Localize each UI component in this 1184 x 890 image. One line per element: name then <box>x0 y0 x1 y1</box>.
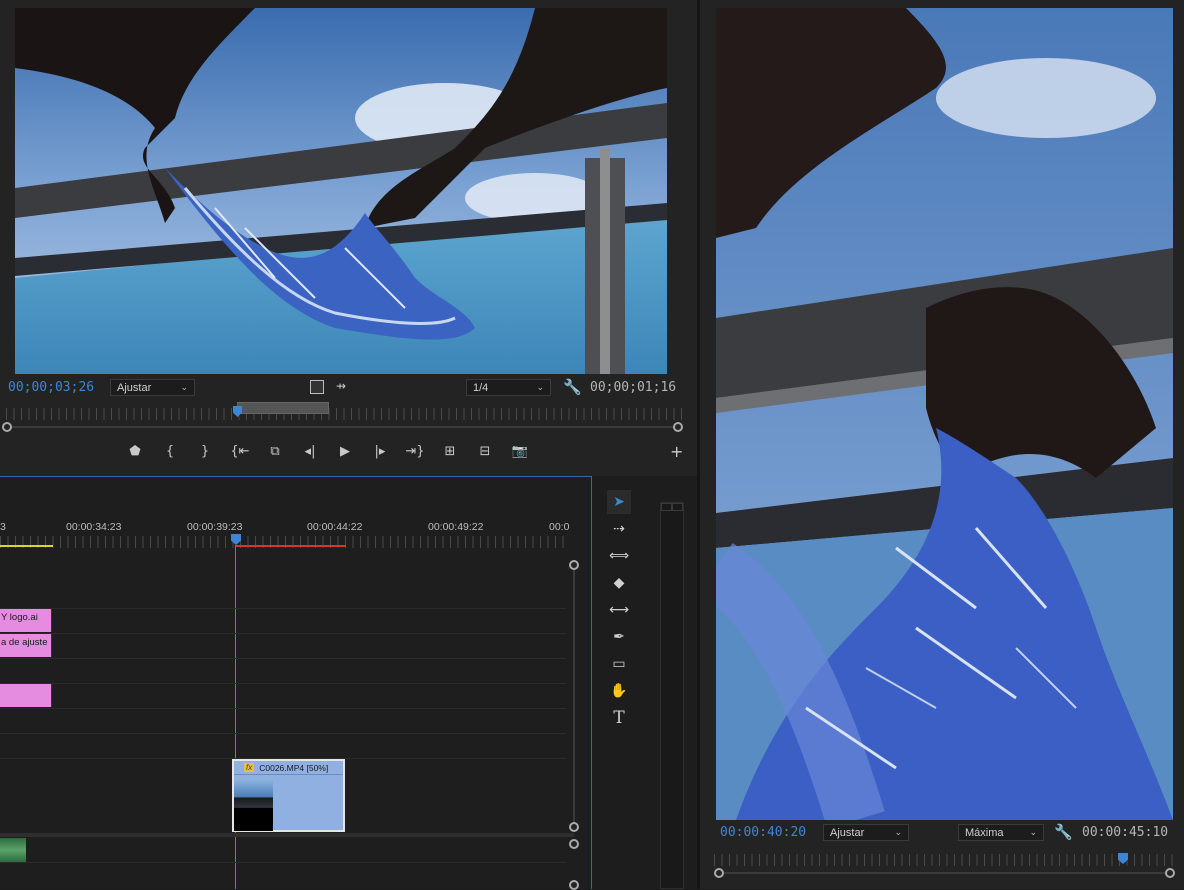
meter-peak-right <box>672 503 683 511</box>
track-divider <box>0 708 566 709</box>
render-bar-red <box>236 545 346 547</box>
step-forward-icon[interactable]: |▸ <box>369 441 391 461</box>
drag-video-icon[interactable] <box>310 380 324 394</box>
program-monitor-video <box>716 8 1173 820</box>
program-zoom-label: Ajustar <box>830 826 865 839</box>
step-back-icon[interactable]: ◂| <box>299 441 321 461</box>
vscroll-handle-top[interactable] <box>569 560 579 570</box>
program-current-timecode[interactable]: 00:00:40:20 <box>720 825 806 840</box>
wrench-icon[interactable]: 🔧 <box>1054 823 1073 841</box>
add-button-icon[interactable]: + <box>670 442 683 461</box>
fx-badge: fx <box>244 763 255 772</box>
play-icon[interactable]: ▶ <box>334 441 356 461</box>
tools-panel: ➤ ⇢ ⟺ ◆ ⟷ ✒ ▭ ✋ T <box>600 490 640 740</box>
track-divider <box>0 862 566 863</box>
clip-header: fx C0026.MP4 [50%] <box>234 761 343 775</box>
source-time-ruler[interactable] <box>6 408 686 420</box>
source-resolution-label: 1/4 <box>473 381 489 394</box>
program-scroll-handle-right[interactable] <box>1165 868 1175 878</box>
track-divider <box>0 633 566 634</box>
program-video-frame <box>716 8 1173 820</box>
razor-icon[interactable]: ◆ <box>607 571 631 595</box>
program-zoom-scrollbar[interactable] <box>722 872 1169 874</box>
track-select-icon[interactable]: ⇢ <box>607 517 631 541</box>
ruler-label-5: 00:0 <box>549 521 570 533</box>
track-divider <box>0 608 566 609</box>
chevron-down-icon: ⌄ <box>1029 827 1037 837</box>
track-divider <box>0 733 566 734</box>
drag-audio-icon[interactable]: ⇸ <box>336 379 346 393</box>
clip-pink[interactable] <box>0 684 52 707</box>
ruler-label-4: 00:00:49:22 <box>428 521 484 533</box>
program-duration-timecode: 00:00:45:10 <box>1082 825 1169 840</box>
source-current-timecode[interactable]: 00;00;03;26 <box>8 380 94 395</box>
source-zoom-dropdown[interactable]: Ajustar ⌄ <box>110 379 195 396</box>
timeline-playhead-line <box>235 545 236 889</box>
selection-icon[interactable]: ➤ <box>607 490 631 514</box>
program-zoom-dropdown[interactable]: Ajustar ⌄ <box>823 824 909 841</box>
clip-video-c0026[interactable]: fx C0026.MP4 [50%] <box>232 759 345 832</box>
mark-out-icon[interactable]: } <box>194 441 216 461</box>
export-frame-icon[interactable]: 📷 <box>509 441 531 461</box>
program-scroll-handle-left[interactable] <box>714 868 724 878</box>
source-video-frame <box>15 8 667 374</box>
add-marker-icon[interactable]: ⬟ <box>124 441 146 461</box>
insert-loop-icon[interactable]: ⧉ <box>264 441 286 461</box>
wrench-icon[interactable]: 🔧 <box>563 378 582 396</box>
go-to-in-icon[interactable]: {⇤ <box>229 441 251 461</box>
source-monitor-video <box>15 8 667 374</box>
clip-video-label: C0026.MP4 [50%] <box>259 762 329 773</box>
meter-peak-left <box>661 503 672 511</box>
timeline-vscroll-video[interactable] <box>573 565 575 827</box>
pen-icon[interactable]: ✒ <box>607 625 631 649</box>
chevron-down-icon: ⌄ <box>894 827 902 837</box>
program-time-ruler[interactable] <box>714 854 1174 866</box>
type-icon[interactable]: T <box>607 706 631 730</box>
source-in-out-range[interactable] <box>237 402 329 414</box>
ruler-label-0: 3 <box>0 521 6 533</box>
video-audio-divider[interactable] <box>0 833 574 837</box>
source-transport-controls: ⬟ { } {⇤ ⧉ ◂| ▶ |▸ ⇥} ⊞ ⊟ 📷 <box>124 441 531 461</box>
chevron-down-icon: ⌄ <box>180 382 188 392</box>
source-zoom-label: Ajustar <box>117 381 152 394</box>
vscroll-handle-bottom[interactable] <box>569 822 579 832</box>
chevron-down-icon: ⌄ <box>536 382 544 392</box>
source-zoom-scrollbar[interactable] <box>10 426 678 428</box>
slip-icon[interactable]: ⟷ <box>607 598 631 622</box>
ripple-edit-icon[interactable]: ⟺ <box>607 544 631 568</box>
mark-in-icon[interactable]: { <box>159 441 181 461</box>
rectangle-icon[interactable]: ▭ <box>607 652 631 676</box>
program-quality-dropdown[interactable]: Máxima ⌄ <box>958 824 1044 841</box>
work-area-bar[interactable] <box>0 545 53 547</box>
audio-clip[interactable] <box>0 838 26 862</box>
track-divider <box>0 658 566 659</box>
clip-logo[interactable]: Y logo.ai <box>0 609 52 632</box>
hand-icon[interactable]: ✋ <box>607 679 631 703</box>
ruler-label-1: 00:00:34:23 <box>66 521 122 533</box>
source-scroll-handle-left[interactable] <box>2 422 12 432</box>
source-duration-timecode: 00;00;01;16 <box>590 380 677 395</box>
audio-vscroll-handle-top[interactable] <box>569 839 579 849</box>
overwrite-icon[interactable]: ⊟ <box>474 441 496 461</box>
track-divider <box>0 683 566 684</box>
source-resolution-dropdown[interactable]: 1/4 ⌄ <box>466 379 551 396</box>
clip-adjustment-layer[interactable]: a de ajuste <box>0 634 52 657</box>
source-scroll-handle-right[interactable] <box>673 422 683 432</box>
audio-meter <box>660 502 684 889</box>
go-to-out-icon[interactable]: ⇥} <box>404 441 426 461</box>
insert-icon[interactable]: ⊞ <box>439 441 461 461</box>
clip-thumbnail <box>234 779 273 831</box>
ruler-label-2: 00:00:39:23 <box>187 521 243 533</box>
ruler-label-3: 00:00:44:22 <box>307 521 363 533</box>
program-quality-label: Máxima <box>965 826 1004 839</box>
